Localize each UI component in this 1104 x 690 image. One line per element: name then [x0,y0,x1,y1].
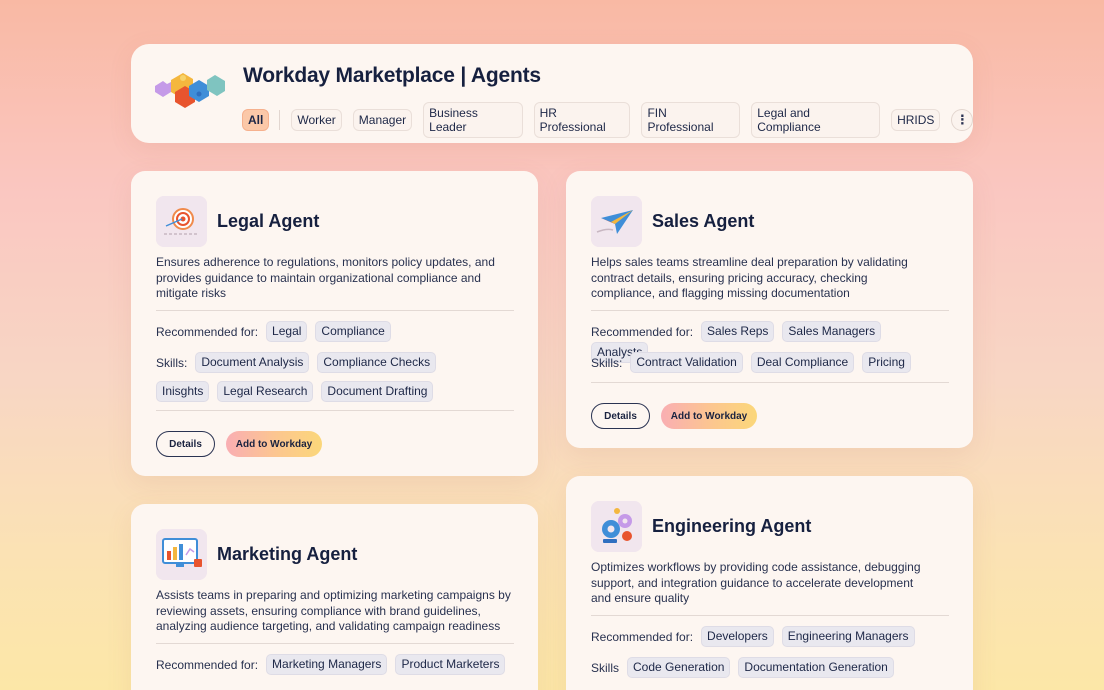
recommended-chip: Developers [701,626,774,647]
divider [591,310,949,311]
monitor-chart-icon [156,529,207,580]
tab-legal-and-compliance[interactable]: Legal and Compliance [751,102,881,138]
tab-manager[interactable]: Manager [352,109,413,131]
skills-label: Skills [591,660,620,675]
agent-card-marketing: Marketing Agent Assists teams in prepari… [131,504,538,690]
add-to-workday-button[interactable]: Add to Workday [226,431,322,457]
filter-tabs: All Worker Manager Business Leader HR Pr… [242,102,973,138]
skill-chip: Deal Compliance [750,352,855,373]
skill-chip: Contract Validation [630,352,743,373]
divider [156,643,514,644]
divider [591,382,949,383]
marketplace-header: Workday Marketplace | Agents All Worker … [131,44,973,143]
target-icon [156,196,207,247]
recommended-chip: Marketing Managers [266,654,388,675]
divider [156,310,514,311]
card-title: Marketing Agent [217,544,358,564]
recommended-chip: Engineering Managers [781,626,915,647]
tab-hrids[interactable]: HRIDS [891,109,941,131]
more-options-icon[interactable]: ⋮ [951,109,973,131]
skills-row: Skills: Contract Validation Deal Complia… [591,352,951,373]
card-title: Sales Agent [652,211,755,231]
gears-icon [591,501,642,552]
card-title: Engineering Agent [652,516,812,536]
recommended-chip: Sales Managers [782,321,882,342]
recommended-chip: Product Marketers [395,654,506,675]
skills-label: Skills: [591,355,623,370]
agent-card-sales: Sales Agent Helps sales teams streamline… [566,171,973,448]
recommended-label: Recommended for: [156,324,259,339]
skill-chip: Pricing [862,352,911,373]
card-description: Assists teams in preparing and optimizin… [156,588,511,633]
skill-chip: Document Analysis [195,352,310,373]
skills-row: Skills: Document Analysis Compliance Che… [156,352,496,402]
recommended-chip: Legal [266,321,308,342]
paper-plane-icon [591,196,642,247]
recommended-row: Recommended for: Developers Engineering … [591,626,951,647]
recommended-row: Recommended for: Marketing Managers Prod… [156,654,516,675]
tab-all[interactable]: All [242,109,270,131]
add-to-workday-button[interactable]: Add to Workday [661,403,757,429]
recommended-label: Recommended for: [591,324,694,339]
agent-card-engineering: Engineering Agent Optimizes workflows by… [566,476,973,690]
details-button[interactable]: Details [591,403,650,429]
page-title: Workday Marketplace | Agents [243,64,541,87]
tab-hr-professional[interactable]: HR Professional [533,102,631,138]
details-button[interactable]: Details [156,431,215,457]
skill-chip: Inisghts [156,381,210,402]
divider [156,410,514,411]
recommended-row: Recommended for: Legal Compliance [156,321,496,342]
tab-business-leader[interactable]: Business Leader [423,102,523,138]
recommended-chip: Sales Reps [701,321,775,342]
skills-row: Skills Code Generation Documentation Gen… [591,657,951,678]
tab-worker[interactable]: Worker [291,109,342,131]
skill-chip: Document Drafting [321,381,434,402]
tab-divider [279,110,281,130]
skill-chip: Compliance Checks [317,352,437,373]
card-description: Ensures adherence to regulations, monito… [156,255,495,300]
puzzle-pieces-icon [155,73,225,108]
skill-chip: Code Generation [627,657,731,678]
skill-chip: Documentation Generation [738,657,894,678]
recommended-label: Recommended for: [591,629,694,644]
tab-fin-professional[interactable]: FIN Professional [641,102,741,138]
skills-label: Skills: [156,355,188,370]
agent-card-legal: Legal Agent Ensures adherence to regulat… [131,171,538,476]
recommended-label: Recommended for: [156,657,259,672]
recommended-chip: Compliance [315,321,391,342]
card-title: Legal Agent [217,211,320,231]
divider [591,615,949,616]
card-description: Helps sales teams streamline deal prepar… [591,255,908,300]
card-description: Optimizes workflows by providing code as… [591,560,921,605]
skill-chip: Legal Research [217,381,314,402]
